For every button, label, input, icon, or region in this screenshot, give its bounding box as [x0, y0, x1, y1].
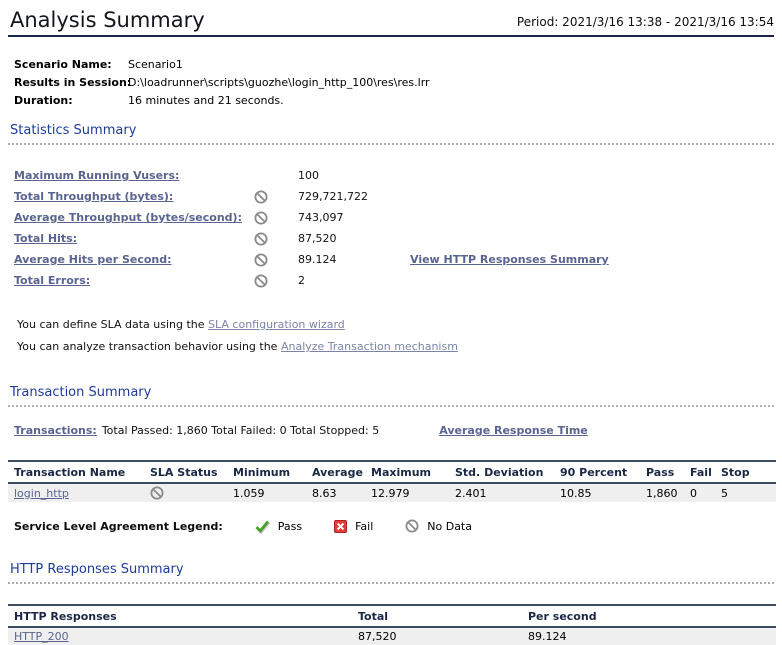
- col-fail: Fail: [684, 461, 715, 483]
- stat-row-avg-hits: Average Hits per Second: 89.124 View HTT…: [14, 249, 782, 270]
- analyze-note: You can analyze transaction behavior usi…: [17, 336, 782, 358]
- tx-cell-sla-status: [144, 483, 227, 502]
- sla-note: You can define SLA data using the SLA co…: [17, 314, 782, 336]
- max-running-vusers-value: 100: [298, 169, 410, 182]
- total-hits-value: 87,520: [298, 232, 410, 245]
- legend-item-no-data: No Data: [405, 519, 472, 533]
- report-period: Period: 2021/3/16 13:38 - 2021/3/16 13:5…: [517, 15, 774, 32]
- no-data-icon: [254, 211, 298, 225]
- stat-row-total-hits: Total Hits: 87,520: [14, 228, 782, 249]
- avg-hits-per-second-link[interactable]: Average Hits per Second:: [14, 253, 254, 266]
- col-pass: Pass: [640, 461, 684, 483]
- view-http-responses-summary-link[interactable]: View HTTP Responses Summary: [410, 253, 782, 266]
- col-average: Average: [306, 461, 365, 483]
- scenario-name-value: Scenario1: [128, 56, 183, 74]
- sla-legend-label: Service Level Agreement Legend:: [14, 520, 223, 533]
- col-90-percent: 90 Percent: [554, 461, 640, 483]
- duration-label: Duration:: [14, 92, 128, 110]
- stat-row-total-throughput: Total Throughput (bytes): 729,721,722: [14, 186, 782, 207]
- stat-row-max-vusers: Maximum Running Vusers: 100: [14, 165, 782, 186]
- col-minimum: Minimum: [227, 461, 306, 483]
- results-session-label: Results in Session:: [14, 74, 128, 92]
- avg-throughput-link[interactable]: Average Throughput (bytes/second):: [14, 211, 254, 224]
- duration-value: 16 minutes and 21 seconds.: [128, 92, 284, 110]
- fail-x-icon: [334, 520, 347, 533]
- sla-notes: You can define SLA data using the SLA co…: [17, 314, 782, 358]
- legend-fail-label: Fail: [355, 520, 373, 533]
- sla-configuration-wizard-link[interactable]: SLA configuration wizard: [208, 318, 345, 331]
- legend-item-pass: Pass: [255, 520, 302, 533]
- avg-throughput-value: 743,097: [298, 211, 410, 224]
- transactions-link[interactable]: Transactions:: [14, 424, 97, 437]
- scenario-info: Scenario Name: Scenario1 Results in Sess…: [14, 56, 782, 110]
- http-responses-summary-heading: HTTP Responses Summary: [8, 562, 774, 584]
- tx-cell-average: 8.63: [306, 483, 365, 502]
- table-row: HTTP_200 87,520 89.124: [8, 627, 776, 645]
- average-response-time-link[interactable]: Average Response Time: [439, 424, 588, 437]
- max-running-vusers-link[interactable]: Maximum Running Vusers:: [14, 169, 254, 182]
- stat-row-total-errors: Total Errors: 2: [14, 270, 782, 291]
- no-data-icon: [254, 274, 298, 288]
- results-session-row: Results in Session: D:\loadrunner\script…: [14, 74, 782, 92]
- results-session-value: D:\loadrunner\scripts\guozhe\login_http_…: [128, 74, 430, 92]
- http-cell-total: 87,520: [352, 627, 522, 645]
- scenario-name-label: Scenario Name:: [14, 56, 128, 74]
- tx-cell-name: login_http: [8, 483, 144, 502]
- no-data-icon: [405, 519, 419, 533]
- col-std-deviation: Std. Deviation: [449, 461, 554, 483]
- http-cell-name: HTTP_200: [8, 627, 352, 645]
- http-responses-table: HTTP Responses Total Per second HTTP_200…: [8, 604, 776, 645]
- tx-cell-90-percent: 10.85: [554, 483, 640, 502]
- tx-cell-pass: 1,860: [640, 483, 684, 502]
- col-http-responses: HTTP Responses: [8, 605, 352, 627]
- col-maximum: Maximum: [365, 461, 449, 483]
- no-data-icon: [150, 486, 164, 500]
- http-200-link[interactable]: HTTP_200: [14, 630, 69, 643]
- duration-row: Duration: 16 minutes and 21 seconds.: [14, 92, 782, 110]
- page-title: Analysis Summary: [10, 8, 205, 32]
- http-cell-per-second: 89.124: [522, 627, 776, 645]
- transactions-totals-text: Total Passed: 1,860 Total Failed: 0 Tota…: [102, 424, 379, 437]
- page-header: Analysis Summary Period: 2021/3/16 13:38…: [8, 0, 774, 37]
- tx-cell-std-deviation: 2.401: [449, 483, 554, 502]
- tx-cell-fail: 0: [684, 483, 715, 502]
- sla-legend: Service Level Agreement Legend: Pass Fai…: [14, 519, 782, 533]
- pass-check-icon: [255, 520, 270, 533]
- sla-note-text: You can define SLA data using the: [17, 318, 208, 331]
- legend-no-data-label: No Data: [427, 520, 472, 533]
- col-stop: Stop: [715, 461, 776, 483]
- col-total: Total: [352, 605, 522, 627]
- tx-cell-stop: 5: [715, 483, 776, 502]
- analyze-note-text: You can analyze transaction behavior usi…: [17, 340, 281, 353]
- no-data-icon: [254, 232, 298, 246]
- transaction-summary-heading: Transaction Summary: [8, 385, 774, 407]
- total-hits-link[interactable]: Total Hits:: [14, 232, 254, 245]
- transaction-table-header-row: Transaction Name SLA Status Minimum Aver…: [8, 461, 776, 483]
- analyze-transaction-mechanism-link[interactable]: Analyze Transaction mechanism: [281, 340, 458, 353]
- transaction-table: Transaction Name SLA Status Minimum Aver…: [8, 460, 776, 502]
- total-throughput-value: 729,721,722: [298, 190, 410, 203]
- stat-row-avg-throughput: Average Throughput (bytes/second): 743,0…: [14, 207, 782, 228]
- login-http-link[interactable]: login_http: [14, 487, 69, 500]
- avg-hits-per-second-value: 89.124: [298, 253, 410, 266]
- legend-item-fail: Fail: [334, 520, 373, 533]
- no-data-icon: [254, 253, 298, 267]
- col-per-second: Per second: [522, 605, 776, 627]
- total-errors-link[interactable]: Total Errors:: [14, 274, 254, 287]
- http-table-header-row: HTTP Responses Total Per second: [8, 605, 776, 627]
- no-data-icon: [254, 190, 298, 204]
- total-errors-value: 2: [298, 274, 410, 287]
- transactions-totals-line: Transactions: Total Passed: 1,860 Total …: [14, 424, 782, 437]
- tx-cell-minimum: 1.059: [227, 483, 306, 502]
- col-sla-status: SLA Status: [144, 461, 227, 483]
- col-transaction-name: Transaction Name: [8, 461, 144, 483]
- scenario-name-row: Scenario Name: Scenario1: [14, 56, 782, 74]
- table-row: login_http 1.059 8.63 12.979 2.401 10.85…: [8, 483, 776, 502]
- statistics-table: Maximum Running Vusers: 100 Total Throug…: [14, 165, 782, 291]
- total-throughput-link[interactable]: Total Throughput (bytes):: [14, 190, 254, 203]
- statistics-summary-heading: Statistics Summary: [8, 123, 774, 145]
- legend-pass-label: Pass: [278, 520, 302, 533]
- tx-cell-maximum: 12.979: [365, 483, 449, 502]
